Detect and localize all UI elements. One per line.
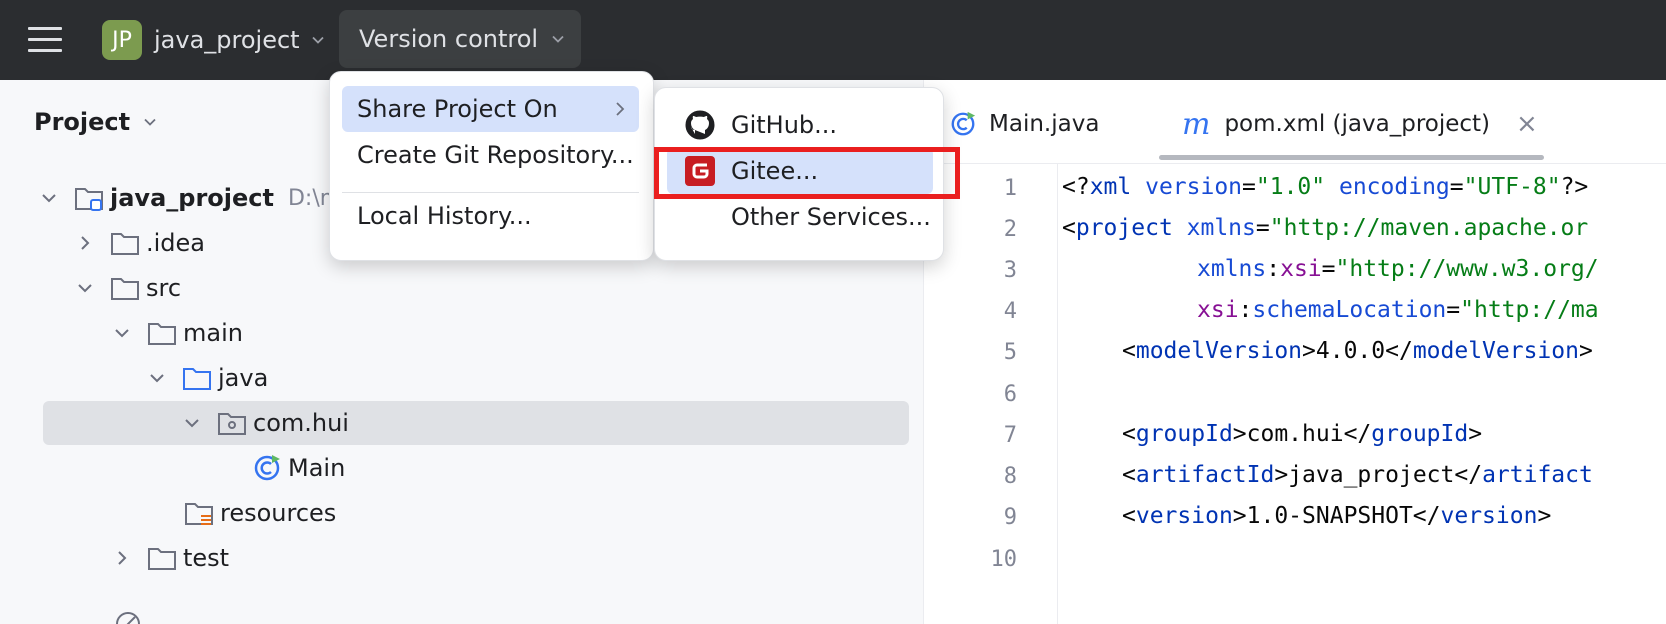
- tree-label: src: [146, 274, 182, 302]
- tree-node-test[interactable]: test: [113, 536, 229, 580]
- tree-label: Main: [288, 454, 346, 482]
- chevron-right-icon[interactable]: [76, 234, 94, 252]
- project-panel-title[interactable]: Project: [34, 108, 156, 136]
- project-switcher[interactable]: JP java_project: [102, 20, 324, 60]
- active-tab-indicator: [1159, 155, 1544, 160]
- line-number: 10: [990, 547, 1018, 572]
- project-name: java_project: [154, 26, 300, 54]
- tree-node-com-hui[interactable]: com.hui: [43, 401, 909, 445]
- tree-node-java-project[interactable]: java_project D:\m: [40, 176, 341, 220]
- tree-label: java: [218, 364, 269, 392]
- editor-tabs: Main.java m pom.xml (java_project) ×: [924, 80, 1666, 164]
- submenu-item-github[interactable]: GitHub...: [667, 102, 933, 148]
- github-icon: [685, 110, 715, 140]
- chevron-down-icon[interactable]: [40, 189, 58, 207]
- source-folder-icon: [183, 368, 211, 390]
- maven-icon: m: [1182, 106, 1211, 142]
- chevron-down-icon[interactable]: [76, 279, 94, 297]
- chevron-down-icon: [144, 118, 156, 126]
- menu-item-label: Share Project On: [357, 95, 558, 123]
- tree-label: resources: [220, 499, 337, 527]
- code-editor[interactable]: <?xml version="1.0" encoding="UTF-8"?> <…: [1062, 164, 1666, 624]
- chevron-right-icon[interactable]: [113, 549, 131, 567]
- tree-label: .idea: [146, 229, 206, 257]
- submenu-item-label: GitHub...: [731, 111, 838, 139]
- project-panel-label: Project: [34, 108, 131, 136]
- java-class-icon: [951, 111, 976, 136]
- code-line-2: <project xmlns="http://maven.apache.or: [1062, 215, 1589, 241]
- tab-main-java[interactable]: Main.java: [949, 104, 1099, 144]
- chevron-down-icon: [311, 36, 324, 44]
- code-line-5: <modelVersion>4.0.0</modelVersion>: [1122, 338, 1593, 364]
- code-line-1: <?xml version="1.0" encoding="UTF-8"?>: [1062, 174, 1589, 200]
- line-number: 8: [1003, 464, 1017, 489]
- menu-item-label: Create Git Repository...: [357, 141, 634, 169]
- version-control-button[interactable]: Version control: [339, 10, 581, 68]
- editor-area: Main.java m pom.xml (java_project) × 1 2…: [924, 80, 1666, 624]
- tree-node-java[interactable]: java: [148, 356, 268, 400]
- version-control-label: Version control: [359, 25, 539, 53]
- menu-item-create-git-repository[interactable]: Create Git Repository...: [342, 132, 639, 178]
- menu-item-local-history[interactable]: Local History...: [342, 193, 639, 239]
- line-number: 7: [1003, 423, 1017, 448]
- close-icon[interactable]: ×: [1516, 109, 1538, 139]
- chevron-down-icon[interactable]: [183, 414, 201, 432]
- code-line-8: <artifactId>java_project</artifact: [1122, 462, 1593, 488]
- tree-label: main: [183, 319, 243, 347]
- module-folder-icon: [75, 188, 103, 211]
- tab-pom-xml[interactable]: m pom.xml (java_project) ×: [1182, 104, 1538, 144]
- tree-node-main-class[interactable]: Main: [252, 446, 345, 490]
- chevron-right-icon: [616, 102, 625, 116]
- code-line-7: <groupId>com.hui</groupId>: [1122, 421, 1483, 447]
- project-badge: JP: [102, 20, 142, 60]
- chevron-down-icon[interactable]: [113, 324, 131, 342]
- code-line-9: <version>1.0-SNAPSHOT</version>: [1122, 503, 1552, 529]
- line-number: 3: [1003, 258, 1017, 283]
- tree-node-resources[interactable]: resources: [168, 491, 336, 535]
- tab-label: Main.java: [989, 111, 1100, 137]
- main-toolbar: JP java_project Version control: [0, 0, 1666, 80]
- java-class-icon: [254, 455, 280, 481]
- line-number: 1: [1003, 176, 1017, 201]
- version-control-menu: Share Project On Create Git Repository..…: [329, 71, 654, 261]
- tree-node-idea[interactable]: .idea: [76, 221, 205, 265]
- tree-label: test: [183, 544, 230, 572]
- folder-icon: [148, 548, 176, 570]
- line-number-gutter: 1 2 3 4 5 6 7 8 9 10: [924, 164, 1058, 624]
- line-number: 2: [1003, 217, 1017, 242]
- gitignore-icon: [116, 612, 140, 624]
- folder-icon: [111, 233, 139, 255]
- tab-label: pom.xml (java_project): [1224, 111, 1491, 137]
- folder-icon: [111, 278, 139, 300]
- menu-item-label: Local History...: [357, 202, 532, 230]
- resources-folder-icon: [185, 503, 213, 525]
- code-line-3: xmlns:xsi="http://www.w3.org/: [1197, 256, 1599, 282]
- folder-icon: [148, 323, 176, 345]
- tree-node-src[interactable]: src: [76, 266, 181, 310]
- chevron-down-icon: [552, 35, 564, 43]
- tree-label: com.hui: [253, 409, 349, 437]
- code-line-4: xsi:schemaLocation="http://ma: [1197, 297, 1599, 323]
- tree-label: java_project: [110, 184, 274, 212]
- submenu-item-other-services[interactable]: Other Services...: [667, 194, 933, 240]
- line-number: 4: [1003, 299, 1017, 324]
- line-number: 6: [1003, 382, 1017, 407]
- line-number: 5: [1003, 340, 1017, 365]
- line-number: 9: [1003, 505, 1017, 530]
- highlight-annotation: [654, 147, 960, 199]
- chevron-down-icon[interactable]: [148, 369, 166, 387]
- main-menu-icon[interactable]: [28, 24, 62, 56]
- tree-node-main[interactable]: main: [113, 311, 243, 355]
- package-icon: [218, 413, 246, 435]
- menu-item-share-project-on[interactable]: Share Project On: [342, 86, 639, 132]
- submenu-item-label: Other Services...: [731, 203, 931, 231]
